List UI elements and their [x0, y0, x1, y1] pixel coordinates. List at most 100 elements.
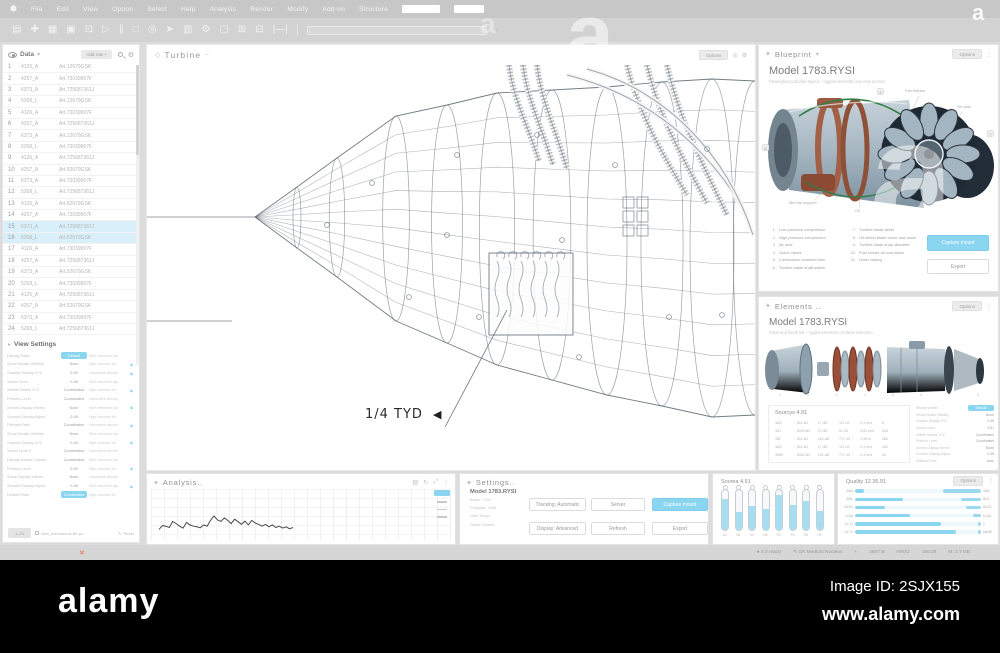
view-setting-row[interactable]: Show Details Visibility None High structur… — [3, 360, 139, 369]
setting-value[interactable]: Coordinates — [968, 439, 994, 443]
view-setting-row[interactable]: Preform Level Coordinates Instrument descr… — [3, 395, 139, 404]
setting-value[interactable]: 0.48 — [61, 484, 87, 488]
table-row[interactable]: 14 4257_A Art.73039907F — [3, 210, 139, 222]
view-setting-row[interactable]: Vector Level 2 Coordinates Instrument desc… — [3, 447, 139, 456]
favorite-icon[interactable]: ◆ — [130, 484, 135, 489]
setting-row[interactable]: Graphic Display XYZ 0.48 — [916, 418, 994, 425]
gauge-tube[interactable]: D8 — [761, 485, 770, 537]
setting-value[interactable]: 0.48 — [61, 380, 87, 384]
setting-value[interactable]: 0.48 — [968, 419, 994, 423]
setting-row[interactable]: Render profile Default — [916, 405, 994, 412]
chevron-down-icon[interactable]: ▾ — [37, 51, 40, 58]
server-button[interactable]: Server — [591, 498, 645, 511]
table-row[interactable]: 21 4126_A Art.725687361J — [3, 290, 139, 302]
favorite-icon[interactable]: ◆ — [130, 423, 135, 428]
setting-value[interactable]: Coordinates — [61, 397, 87, 401]
quality-row[interactable]: U-Da U-Da — [838, 512, 998, 520]
blueprint-options-button[interactable]: Options — [952, 49, 982, 59]
layers-icon[interactable]: ▥ — [183, 25, 192, 35]
more-icon[interactable]: ⋮ — [988, 477, 994, 484]
menu-item-option[interactable]: Option — [112, 6, 133, 13]
chevron-right-icon[interactable]: › — [496, 27, 498, 34]
checkbox-icon[interactable] — [34, 531, 39, 535]
cursor-icon[interactable]: ➤ — [166, 25, 174, 35]
table-row[interactable]: 22 4257_A Art.52679GSK — [3, 301, 139, 313]
menu-item-modify[interactable]: Modify — [287, 6, 308, 13]
more-icon[interactable]: ⋮ — [986, 51, 992, 58]
more-icon[interactable]: ⋮ — [986, 303, 992, 310]
table-row[interactable]: 24 5268_L Art.725687361J — [3, 324, 139, 336]
table-row[interactable]: 13 4126_A Art.52679GSK — [3, 199, 139, 211]
view-setting-row[interactable]: Smooth Display Adjust 0.48 Wire reference … — [3, 482, 139, 491]
zoom-icon[interactable]: ◎ — [732, 52, 737, 59]
menu-item-add-on[interactable]: Add-on — [322, 6, 345, 13]
table-row[interactable]: 9 4126_A Art.725687361J — [3, 153, 139, 165]
toolbar-search-input[interactable] — [306, 25, 487, 35]
setting-value[interactable]: Coordinates — [61, 449, 87, 453]
gauge-tube[interactable]: H2 — [815, 485, 824, 537]
pause-icon[interactable]: ∥ — [119, 25, 124, 35]
setting-value[interactable]: 0.48 — [61, 441, 87, 445]
table-row[interactable]: 10 4257_A Art.52679GSK — [3, 165, 139, 176]
menu-item-render[interactable]: Render — [250, 6, 273, 13]
table-row[interactable]: 18 4257_A Art.725687361J — [3, 256, 139, 268]
quality-row[interactable]: LV-71 MA39 — [838, 528, 998, 536]
setting-value[interactable]: Auto — [968, 459, 994, 463]
setting-row[interactable]: Show Details Visibility None — [916, 412, 994, 419]
export-button[interactable]: Export — [652, 522, 708, 535]
table-row[interactable]: 16 5268_L Art.52679GSK — [3, 232, 139, 245]
scrollbar[interactable] — [136, 65, 139, 365]
file-item[interactable]: New_mechanical.file.ps — [34, 531, 83, 536]
ruler-icon[interactable]: |—| — [273, 25, 288, 35]
table-row[interactable]: 4IB 154 dB 164 dB 717.43 0.39 m 46A — [775, 435, 903, 443]
setting-value[interactable]: Coordinates — [61, 388, 87, 392]
add-box-icon[interactable]: ⊞ — [238, 25, 246, 35]
table-row[interactable]: 7 6373_A Art.12679GSK — [3, 130, 139, 142]
capture-mount-button[interactable]: Capture mount — [652, 498, 708, 511]
quality-row[interactable]: ALD2 ALD2 — [838, 503, 998, 511]
favorite-icon[interactable]: ◆ — [130, 388, 135, 393]
grid-icon[interactable]: ▦ — [48, 25, 57, 35]
menubar-button-primary[interactable] — [402, 5, 441, 13]
menu-item-edit[interactable]: Edit — [57, 6, 69, 13]
menu-item-analysis[interactable]: Analysis — [210, 6, 237, 13]
quality-row[interactable]: 4AN 4AN — [838, 487, 998, 495]
add-row-button[interactable]: Add row + — [81, 50, 112, 59]
table-row[interactable]: 15 6373_A Art.725687361J — [3, 221, 139, 233]
gauge-tube[interactable]: A1 — [721, 485, 729, 537]
legend-chip-active[interactable] — [434, 490, 450, 496]
viewport-3d[interactable]: ◇ Turbine – Options ◎ ⚙ 1/4 TYD ◀ — [146, 44, 756, 471]
favorite-icon[interactable]: ◆ — [130, 466, 135, 471]
quality-options-button[interactable]: Options — [953, 475, 983, 486]
table-row[interactable]: 4AD 164 dB 17 dB 111.33 0.1 mm 4A2 — [775, 443, 903, 451]
tracking-automatic-button[interactable]: Tracking: Automatic — [529, 498, 586, 511]
setting-value[interactable]: None — [61, 475, 87, 479]
view-setting-row[interactable]: Preform Level 0.48 High structure thr ◆ — [3, 464, 139, 473]
table-row[interactable]: 11 6373_A Art.73039907F — [3, 176, 139, 188]
favorite-icon[interactable]: ◆ — [130, 405, 135, 410]
select-icon[interactable]: ▤ — [12, 25, 21, 35]
display-advanced-button[interactable]: Display: Advanced — [529, 522, 586, 535]
setting-row[interactable]: Arrows Display Interim None — [916, 445, 994, 452]
table-row[interactable]: 23 6373_A Art.73039907F — [3, 313, 139, 324]
setting-value[interactable]: 0.48 — [61, 371, 87, 375]
gauge-tube[interactable]: B4 — [734, 485, 743, 537]
setting-row[interactable]: Infinite Details XYZ Coordinates — [916, 431, 994, 438]
gauge-tube[interactable]: G5 — [802, 485, 810, 537]
quality-row[interactable]: AHL AHL — [838, 495, 998, 503]
setting-row[interactable]: Defined Parts Auto — [916, 458, 994, 465]
view-setting-row[interactable]: Infinite Details XYZ Coordinates High stru… — [3, 386, 139, 395]
legend-item[interactable] — [437, 516, 447, 518]
chart-icon[interactable]: ▤ — [412, 479, 418, 486]
engine-render[interactable]: Fan blades Oil cells Mid fan support Oil… — [759, 86, 998, 218]
table-row[interactable]: 4WB 1264 dB 194 dB 717.43 0.4 mm 4A — [775, 451, 903, 459]
expand-icon[interactable]: ⤢ — [433, 479, 438, 486]
view-setting-row[interactable]: Graphic Display XYZ 0.48 Instrument descri… — [3, 369, 139, 378]
setting-value[interactable]: Coordinates — [968, 433, 994, 437]
table-row[interactable]: 6 4257_A Art.725687361J — [3, 119, 139, 131]
view-setting-row[interactable]: Default Parts Coordinates High structure t… — [3, 490, 139, 499]
table-row[interactable]: 3 6373_A Art.725687361J — [3, 85, 139, 97]
setting-value[interactable]: 0.81 — [968, 426, 994, 430]
table-row[interactable]: 5 4126_A Art.73039907F — [3, 108, 139, 119]
legend-item[interactable] — [437, 508, 447, 510]
